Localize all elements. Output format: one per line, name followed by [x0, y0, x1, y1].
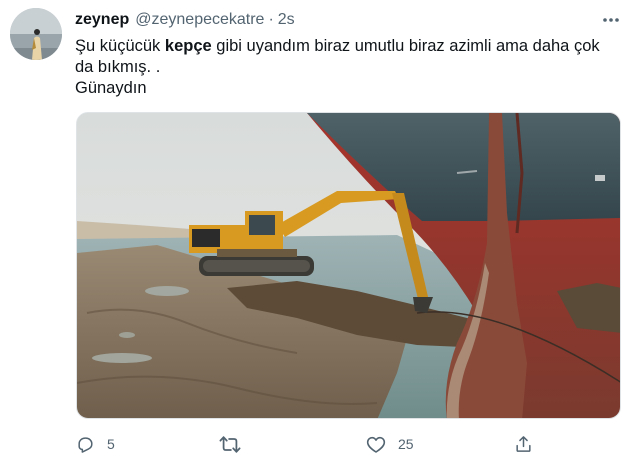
retweet-icon	[219, 435, 241, 453]
tweet-photo	[77, 113, 620, 418]
author-handle[interactable]: @zeynepecekatre	[135, 11, 264, 29]
avatar-image	[10, 8, 62, 60]
tweet-media[interactable]	[76, 112, 621, 419]
retweet-button[interactable]	[219, 431, 253, 457]
tweet-text-line2: Günaydın	[75, 79, 147, 97]
tweet-text: Şu küçücük kepçe gibi uyandım biraz umut…	[75, 36, 620, 99]
tweet-text-line1: Şu küçücük kepçe gibi uyandım biraz umut…	[75, 36, 620, 78]
like-count: 25	[398, 436, 414, 452]
tweet-timestamp[interactable]: 2s	[278, 11, 295, 29]
reply-icon	[78, 436, 93, 453]
avatar[interactable]	[10, 8, 62, 60]
reply-count: 5	[107, 436, 115, 452]
reply-button[interactable]: 5	[76, 431, 115, 457]
like-button[interactable]: 25	[366, 431, 414, 457]
heart-icon	[366, 436, 386, 453]
tweet-text-part: Şu küçücük	[75, 37, 165, 55]
more-options-button[interactable]	[599, 10, 623, 30]
separator-dot: ·	[268, 11, 274, 28]
tweet-actions: 5 25	[76, 431, 556, 457]
author-name[interactable]: zeynep	[75, 11, 129, 29]
more-icon	[603, 18, 619, 22]
share-button[interactable]	[514, 431, 545, 457]
tweet-header: zeynep @zeynepecekatre · 2s	[75, 9, 623, 31]
tweet-text-bold: kepçe	[164, 37, 212, 55]
share-icon	[516, 436, 531, 452]
